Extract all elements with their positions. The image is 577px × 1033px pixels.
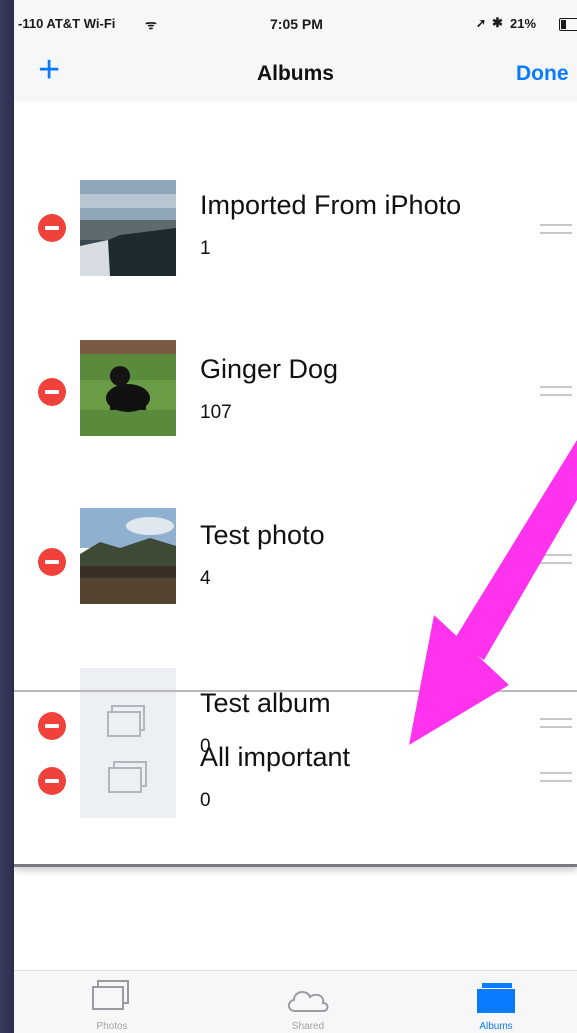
tab-albums[interactable]: Albums (436, 971, 556, 1033)
reorder-grip-icon[interactable] (540, 386, 572, 396)
tab-label: Albums (479, 1021, 513, 1032)
navigation-bar: + Albums Done (14, 40, 577, 102)
photos-stack-icon (92, 980, 129, 1010)
status-bar: -110 AT&T Wi-Fi ᯤ 7:05 PM ➚ ✱ 21% (14, 0, 577, 40)
battery-icon (559, 18, 577, 31)
dragging-album-row[interactable]: All important 0 (14, 690, 577, 867)
cloud-icon (287, 991, 329, 1012)
done-button[interactable]: Done (516, 62, 569, 86)
album-row[interactable]: Test photo 4 (14, 506, 577, 616)
delete-button[interactable] (38, 548, 66, 576)
tab-label: Photos (96, 1021, 128, 1032)
reorder-grip-icon[interactable] (540, 772, 572, 782)
album-title: Ginger Dog (200, 354, 339, 384)
albums-icon (477, 983, 515, 1013)
album-title: Test photo (200, 520, 325, 550)
album-count: 0 (200, 790, 211, 811)
carrier-text: -110 AT&T Wi-Fi (18, 16, 116, 31)
tab-shared[interactable]: Shared (248, 971, 368, 1033)
empty-album-icon (106, 760, 150, 794)
album-row[interactable]: Ginger Dog 107 (14, 334, 577, 444)
album-title: Imported From iPhoto (200, 190, 462, 220)
album-row[interactable]: Imported From iPhoto 1 (14, 172, 577, 282)
device-frame: -110 AT&T Wi-Fi ᯤ 7:05 PM ➚ ✱ 21% + Albu… (0, 0, 577, 1033)
tab-photos[interactable]: Photos (52, 971, 172, 1033)
tab-label: Shared (291, 1021, 325, 1032)
delete-button[interactable] (38, 378, 66, 406)
tab-bar: Photos Shared Albums (14, 970, 577, 1033)
album-thumbnail (80, 180, 176, 276)
bluetooth-icon: ✱ (492, 15, 503, 30)
status-time: 7:05 PM (270, 16, 323, 32)
location-icon: ➚ (476, 16, 487, 30)
album-thumbnail (80, 340, 176, 436)
album-title: All important (200, 742, 351, 772)
battery-percent: 21% (510, 16, 537, 31)
album-count: 4 (200, 568, 211, 589)
page-title: Albums (256, 62, 334, 85)
reorder-grip-icon[interactable] (540, 554, 572, 564)
delete-button[interactable] (38, 767, 66, 795)
wifi-icon: ᯤ (145, 17, 157, 32)
album-count: 107 (200, 402, 232, 423)
delete-button[interactable] (38, 214, 66, 242)
album-thumbnail (80, 508, 176, 604)
reorder-grip-icon[interactable] (540, 224, 572, 234)
album-count: 1 (200, 238, 211, 259)
phone-screen: -110 AT&T Wi-Fi ᯤ 7:05 PM ➚ ✱ 21% + Albu… (14, 0, 577, 1033)
